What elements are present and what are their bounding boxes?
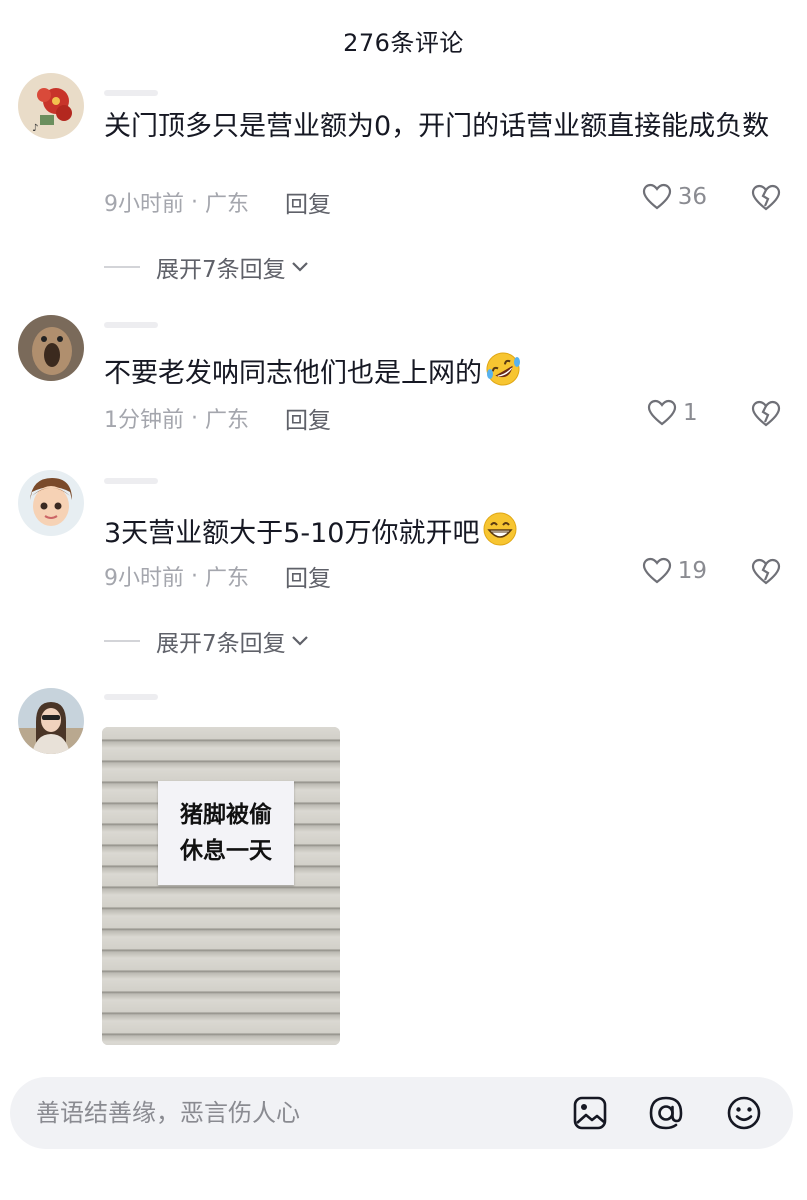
broken-heart-icon [751,400,781,427]
avatar[interactable] [18,470,84,536]
like-count: 1 [683,400,698,426]
username[interactable] [104,90,158,96]
heart-icon [642,557,671,584]
like-button[interactable]: 36 [642,183,707,211]
dislike-button[interactable] [751,558,781,590]
shutter-image [102,727,340,1045]
dislike-button[interactable] [751,400,781,432]
svg-text:♪: ♪ [32,123,38,134]
comment-time: 9小时前 [104,192,184,217]
avatar[interactable]: ♪ [18,73,84,139]
comment-location: 广东 [204,566,249,591]
rolling-on-floor-laughing-emoji [484,350,522,400]
reply-button[interactable]: 回复 [285,401,331,435]
comments-header: 276条评论 [0,0,807,80]
username[interactable] [104,478,158,484]
notice-paper: 猪脚被偷 休息一天 [158,781,294,885]
like-button[interactable]: 19 [642,557,707,585]
comment-meta: 1分钟前 · 广东 回复 [104,401,331,435]
divider-line [104,640,140,642]
comment-text: 不要老发呐同志他们也是上网的 [104,350,775,400]
bottom-safe-area [0,1160,807,1200]
heart-icon [642,183,671,210]
comment-time: 9小时前 [104,566,184,591]
like-button[interactable]: 1 [647,399,707,427]
avatar[interactable] [18,688,84,754]
reply-button[interactable]: 回复 [285,559,331,593]
broken-heart-icon [751,558,781,585]
username[interactable] [104,322,158,328]
comment-input-bar [10,1077,793,1149]
image-icon[interactable] [570,1093,610,1133]
comment-meta: 9小时前 · 广东 回复 [104,185,331,219]
comment-image[interactable]: 猪脚被偷 休息一天 [102,727,340,1045]
emoji-icon[interactable] [724,1093,764,1133]
scroll-fade [0,1052,807,1066]
comment-location: 广东 [204,192,249,217]
grinning-face-emoji [481,510,519,560]
notice-line-2: 休息一天 [180,838,272,864]
expand-replies-label: 展开7条回复 [156,631,286,657]
notice-line-1: 猪脚被偷 [180,802,272,828]
reply-button[interactable]: 回复 [285,185,331,219]
expand-replies-button[interactable]: 展开7条回复 [104,250,310,284]
at-icon[interactable] [646,1093,686,1133]
comment-meta: 9小时前 · 广东 回复 [104,559,331,593]
chevron-down-icon [291,262,308,272]
comment-text: 3天营业额大于5-10万你就开吧 [104,510,775,560]
heart-icon [647,399,677,426]
username[interactable] [104,694,158,700]
comment-location: 广东 [204,408,249,433]
like-count: 36 [677,184,707,210]
comment-input[interactable] [34,1098,558,1128]
comment-count-title: 276条评论 [343,28,464,57]
comment-text: 关门顶多只是营业额为0，开门的话营业额直接能成负数 [104,111,770,142]
expand-replies-label: 展开7条回复 [156,257,286,283]
comment-time: 1分钟前 [104,408,184,433]
avatar[interactable] [18,315,84,381]
expand-replies-button[interactable]: 展开7条回复 [104,624,310,658]
chevron-down-icon [291,636,308,646]
dislike-button[interactable] [751,184,781,216]
like-count: 19 [677,558,707,584]
broken-heart-icon [751,184,781,211]
divider-line [104,266,140,268]
